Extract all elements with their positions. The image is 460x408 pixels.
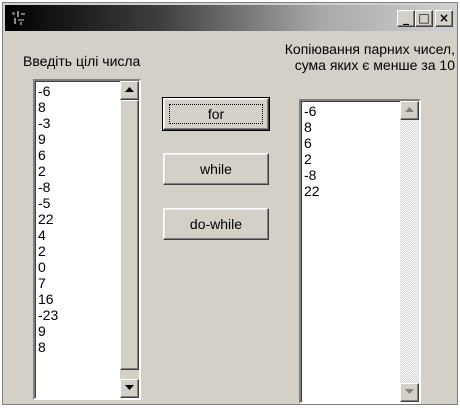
scroll-up-button[interactable]: [120, 81, 139, 100]
for-button[interactable]: for: [162, 97, 270, 131]
list-item[interactable]: 9: [38, 131, 58, 147]
scroll-up-button-disabled: [400, 101, 419, 120]
arrow-down-icon: [125, 385, 134, 390]
output-label-line-2: сума яких є менше за 10: [294, 57, 455, 73]
minimize-button[interactable]: _: [397, 10, 415, 27]
input-scrollbar[interactable]: [120, 81, 139, 398]
output-scrollbar: [400, 101, 419, 402]
list-item[interactable]: 8: [304, 119, 320, 135]
output-list-items: -6 8 6 2 -8 22: [304, 103, 320, 199]
arrow-up-icon: [405, 107, 414, 112]
app-window: _ □ × Введіть цілі числа Копіювання парн…: [2, 2, 458, 405]
input-listbox[interactable]: -6 8 -3 9 6 2 -8 -5 22 4 2 0 7 16 -23 9 8: [33, 79, 141, 400]
list-item[interactable]: 7: [38, 275, 58, 291]
list-item[interactable]: -6: [38, 83, 58, 99]
list-item[interactable]: 6: [38, 147, 58, 163]
app-icon[interactable]: [11, 10, 27, 26]
list-item[interactable]: -6: [304, 103, 320, 119]
list-item[interactable]: 4: [38, 227, 58, 243]
arrow-up-icon: [125, 87, 134, 92]
list-item[interactable]: 9: [38, 323, 58, 339]
list-item[interactable]: 8: [38, 339, 58, 355]
scroll-thumb[interactable]: [120, 100, 139, 370]
list-item[interactable]: 22: [38, 211, 58, 227]
output-label-line-1: Копіювання парних чисел,: [284, 41, 455, 57]
list-item[interactable]: 0: [38, 259, 58, 275]
close-button[interactable]: ×: [435, 10, 453, 27]
list-item[interactable]: 16: [38, 291, 58, 307]
scroll-down-button[interactable]: [120, 379, 139, 398]
list-item[interactable]: -8: [38, 179, 58, 195]
output-list-label: Копіювання парних чисел, сума яких є мен…: [265, 41, 455, 73]
while-button[interactable]: while: [163, 153, 269, 185]
list-item[interactable]: 6: [304, 135, 320, 151]
list-item[interactable]: 2: [38, 243, 58, 259]
maximize-button[interactable]: □: [415, 10, 433, 27]
input-list-items: -6 8 -3 9 6 2 -8 -5 22 4 2 0 7 16 -23 9 8: [38, 83, 58, 355]
arrow-down-icon: [405, 389, 414, 394]
input-list-label: Введіть цілі числа: [23, 53, 141, 69]
list-item[interactable]: -3: [38, 115, 58, 131]
list-item[interactable]: -23: [38, 307, 58, 323]
do-while-button[interactable]: do-while: [163, 208, 269, 240]
list-item[interactable]: 2: [38, 163, 58, 179]
list-item[interactable]: 22: [304, 183, 320, 199]
for-button-label: for: [169, 104, 263, 124]
scroll-down-button-disabled: [400, 383, 419, 402]
output-listbox[interactable]: -6 8 6 2 -8 22: [299, 99, 421, 404]
list-item[interactable]: -8: [304, 167, 320, 183]
list-item[interactable]: 2: [304, 151, 320, 167]
list-item[interactable]: -5: [38, 195, 58, 211]
title-bar[interactable]: _ □ ×: [5, 5, 455, 31]
list-item[interactable]: 8: [38, 99, 58, 115]
